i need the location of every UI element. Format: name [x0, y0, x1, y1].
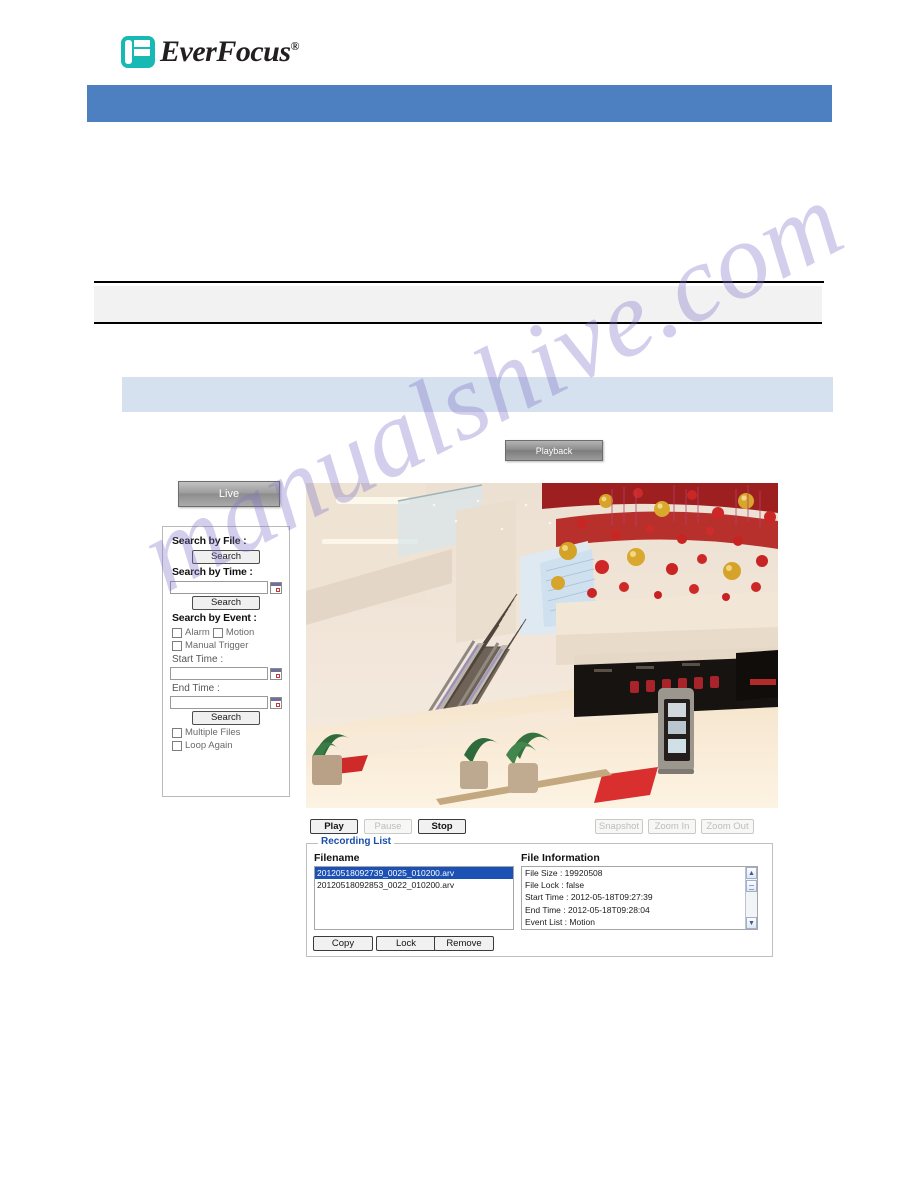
multiple-files-checkbox[interactable] — [172, 727, 182, 738]
search-by-time-button[interactable]: Search — [192, 596, 260, 610]
list-item[interactable]: 20120518092853_0022_010200.arv — [315, 879, 513, 891]
manual-trigger-row: Manual Trigger — [172, 640, 282, 651]
zoom-in-button[interactable]: Zoom In — [648, 819, 696, 834]
pause-button[interactable]: Pause — [364, 819, 412, 834]
event-list-line: Event List : Motion — [525, 916, 595, 927]
start-time-label: Start Time : — [172, 654, 224, 665]
brand-name-text: EverFocus — [160, 35, 291, 68]
search-by-event-label: Search by Event : — [172, 612, 257, 624]
manual-trigger-label: Manual Trigger — [185, 640, 249, 651]
play-button[interactable]: Play — [310, 819, 358, 834]
tab-playback[interactable]: Playback — [505, 440, 603, 461]
multiple-files-label: Multiple Files — [185, 727, 241, 738]
search-by-event-button[interactable]: Search — [192, 711, 260, 725]
chapter-header-bar — [87, 85, 832, 122]
end-time-label: End Time : — [172, 683, 220, 694]
tab-live[interactable]: Live — [178, 481, 280, 507]
file-information-panel: File Size : 19920508 File Lock : false S… — [521, 866, 758, 930]
recording-list-legend: Recording List — [318, 836, 395, 847]
document-page: EverFocus® Playback Live Search by File … — [0, 0, 918, 1188]
file-size-line: File Size : 19920508 — [525, 868, 603, 878]
calendar-icon[interactable] — [270, 696, 282, 709]
file-information-header: File Information — [521, 852, 600, 864]
list-item[interactable]: 20120518092739_0025_010200.arv — [315, 867, 513, 879]
snapshot-button[interactable]: Snapshot — [595, 819, 643, 834]
end-time-input[interactable] — [170, 696, 268, 709]
video-frame-image — [306, 483, 778, 808]
search-by-file-button[interactable]: Search — [192, 550, 260, 564]
start-time-line: Start Time : 2012-05-18T09:27:39 — [525, 892, 653, 903]
lock-button[interactable]: Lock — [376, 936, 436, 951]
search-by-file-label: Search by File : — [172, 535, 247, 547]
search-by-time-label: Search by Time : — [172, 566, 253, 578]
scroll-down-icon[interactable]: ▼ — [746, 917, 757, 929]
section-rule — [94, 281, 824, 283]
loop-again-label: Loop Again — [185, 740, 233, 751]
section-header-band — [94, 286, 822, 324]
calendar-icon[interactable] — [270, 667, 282, 680]
start-time-input[interactable] — [170, 667, 268, 680]
filename-column-header: Filename — [314, 852, 360, 864]
brand-logo: EverFocus® — [121, 35, 299, 69]
search-by-time-row — [170, 581, 282, 594]
start-time-row — [170, 667, 282, 680]
remove-button[interactable]: Remove — [434, 936, 494, 951]
search-panel: Search by File : Search Search by Time :… — [162, 526, 290, 797]
loop-again-checkbox[interactable] — [172, 740, 182, 751]
zoom-out-button[interactable]: Zoom Out — [701, 819, 754, 834]
end-time-row — [170, 696, 282, 709]
scroll-up-icon[interactable]: ▲ — [746, 867, 757, 879]
subsection-header-bar — [122, 377, 833, 412]
file-lock-line: File Lock : false — [525, 880, 585, 891]
alarm-checkbox[interactable] — [172, 627, 182, 638]
filename-listbox[interactable]: 20120518092739_0025_010200.arv 201205180… — [314, 866, 514, 930]
multiple-files-row: Multiple Files — [172, 727, 282, 738]
calendar-icon[interactable] — [270, 581, 282, 594]
alarm-label: Alarm — [185, 627, 210, 638]
stop-button[interactable]: Stop — [418, 819, 466, 834]
manual-trigger-checkbox[interactable] — [172, 640, 182, 651]
brand-name: EverFocus® — [160, 35, 299, 69]
motion-checkbox[interactable] — [212, 627, 223, 638]
motion-label: Motion — [225, 627, 255, 638]
end-time-line: End Time : 2012-05-18T09:28:04 — [525, 904, 650, 915]
event-type-row: Alarm Motion — [172, 627, 282, 638]
registered-mark: ® — [290, 39, 300, 53]
video-preview[interactable] — [306, 483, 778, 808]
scrollbar-thumb[interactable] — [746, 880, 757, 892]
copy-button[interactable]: Copy — [313, 936, 373, 951]
file-information-scrollbar[interactable]: ▲ ▼ — [745, 867, 757, 929]
everfocus-f-logo-icon — [121, 36, 155, 68]
search-by-time-input[interactable] — [170, 581, 268, 594]
loop-again-row: Loop Again — [172, 740, 282, 751]
